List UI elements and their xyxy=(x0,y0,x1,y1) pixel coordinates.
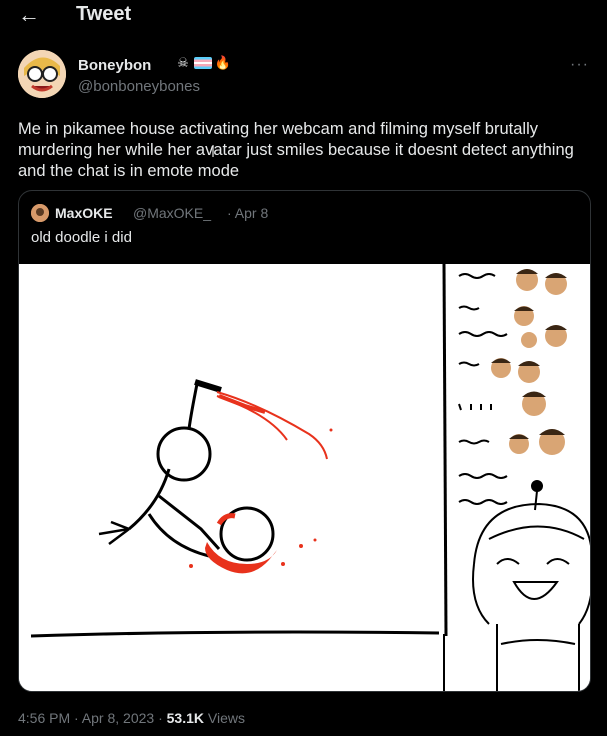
tweet-timestamp[interactable]: 4:56 PM · Apr 8, 2023 · xyxy=(18,710,167,726)
fire-icon: 🔥 xyxy=(214,55,232,70)
quote-author-name[interactable]: MaxOKE xyxy=(55,205,113,221)
quote-tweet[interactable]: MaxOKE @MaxOKE_ · Apr 8 old doodle i did xyxy=(18,190,591,692)
tweet-meta: 4:56 PM · Apr 8, 2023 · 53.1K Views xyxy=(18,710,245,726)
quote-author-handle[interactable]: @MaxOKE_ xyxy=(133,205,211,221)
doodle-drawing xyxy=(19,263,590,691)
trans-flag-icon xyxy=(194,57,212,69)
text-cursor xyxy=(212,145,214,157)
author-handle[interactable]: @bonboneybones xyxy=(78,78,200,95)
quote-text: old doodle i did xyxy=(31,229,132,246)
quote-date[interactable]: · Apr 8 xyxy=(227,205,268,221)
more-options-icon[interactable]: ··· xyxy=(570,56,589,74)
quote-header: MaxOKE @MaxOKE_ · Apr 8 xyxy=(31,203,578,223)
page-title: Tweet xyxy=(76,3,132,25)
tweet-text: Me in pikamee house activating her webca… xyxy=(18,120,574,180)
doodle-image[interactable] xyxy=(19,263,590,691)
arrow-left-icon[interactable]: ← xyxy=(18,2,40,28)
views-count[interactable]: 53.1K xyxy=(167,710,204,726)
quote-avatar[interactable] xyxy=(31,204,49,222)
author-name[interactable]: Boneybon xyxy=(78,57,151,74)
avatar[interactable] xyxy=(18,50,66,98)
header: ← Tweet xyxy=(0,0,607,30)
author-badges: ☠ 🔥 xyxy=(174,54,232,72)
tweet-author: Boneybon ☠ 🔥 @bonboneybones ··· xyxy=(18,50,589,100)
skull-icon: ☠ xyxy=(177,55,189,70)
views-label: Views xyxy=(204,710,245,726)
